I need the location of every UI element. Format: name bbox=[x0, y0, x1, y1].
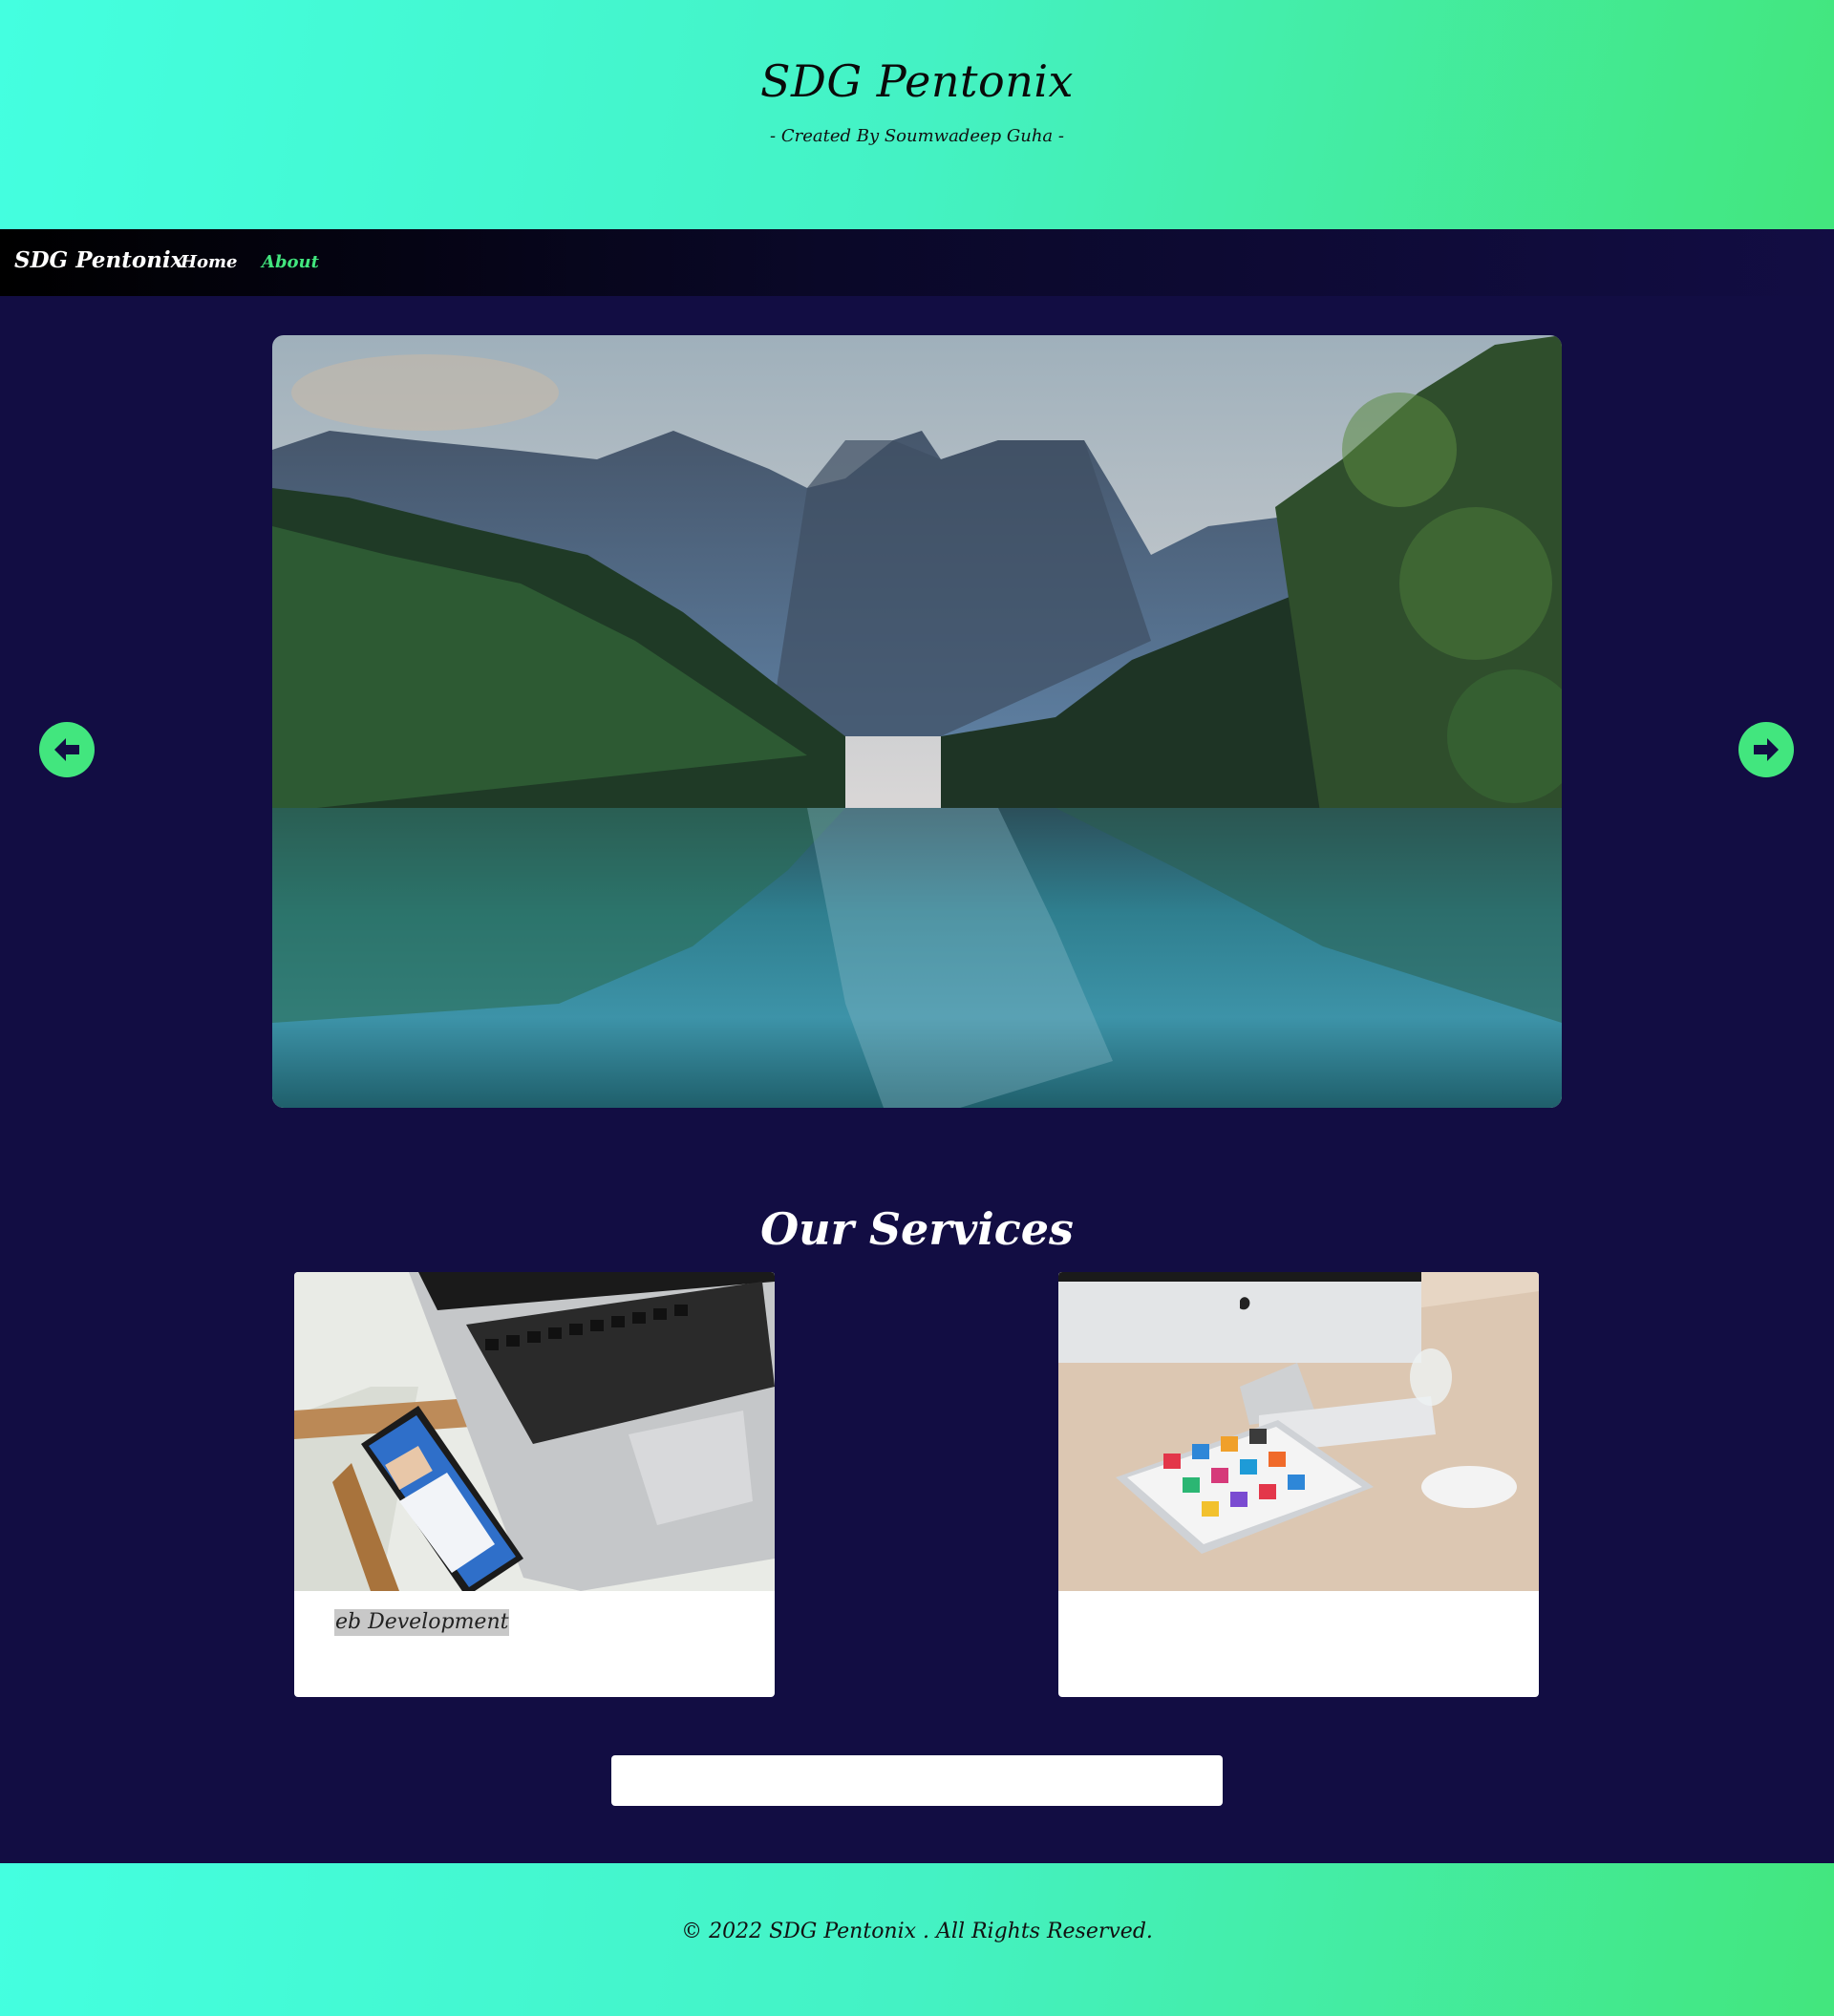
carousel-prev-button[interactable] bbox=[39, 722, 95, 777]
bottom-action-bar[interactable] bbox=[611, 1755, 1223, 1806]
nav-link-home[interactable]: Home bbox=[181, 252, 238, 272]
site-header: SDG Pentonix - Created By Soumwadeep Guh… bbox=[0, 0, 1834, 229]
site-title: SDG Pentonix bbox=[760, 55, 1074, 107]
services-title: Our Services bbox=[760, 1203, 1074, 1255]
nav-link-about[interactable]: About bbox=[262, 252, 319, 272]
service-card-image-desk-tablet bbox=[1058, 1272, 1539, 1591]
service-card-web-development[interactable]: eb Development bbox=[294, 1272, 775, 1697]
site-subtitle: - Created By Soumwadeep Guha - bbox=[770, 126, 1064, 146]
footer-copyright: © 2022 SDG Pentonix . All Rights Reserve… bbox=[681, 1920, 1153, 1943]
service-card-app-development[interactable] bbox=[1058, 1272, 1539, 1697]
nav-brand[interactable]: SDG Pentonix bbox=[14, 247, 183, 273]
carousel-slide-image bbox=[272, 335, 1562, 1108]
service-card-caption: eb Development bbox=[334, 1609, 510, 1636]
navbar: SDG Pentonix Home About bbox=[0, 229, 1834, 296]
image-carousel bbox=[272, 335, 1562, 1108]
arrow-right-circle-icon bbox=[1754, 738, 1779, 761]
carousel-next-button[interactable] bbox=[1738, 722, 1794, 777]
arrow-left-circle-icon bbox=[54, 738, 79, 761]
service-card-image-laptop-phone bbox=[294, 1272, 775, 1591]
site-footer: © 2022 SDG Pentonix . All Rights Reserve… bbox=[0, 1863, 1834, 2016]
